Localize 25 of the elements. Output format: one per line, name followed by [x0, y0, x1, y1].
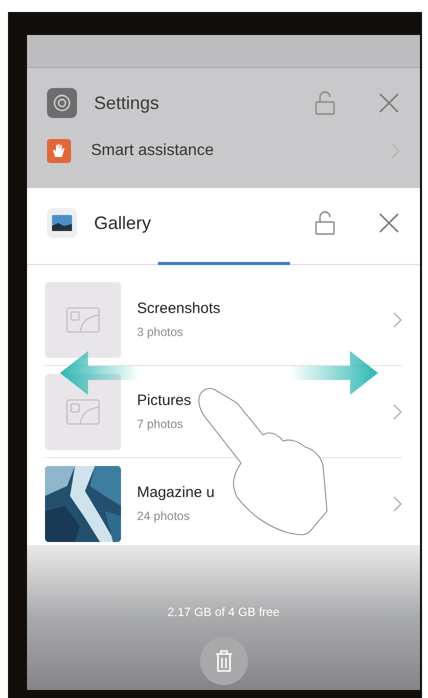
- unlocked-padlock-icon[interactable]: [314, 91, 336, 115]
- album-name: Pictures: [137, 391, 192, 412]
- close-icon[interactable]: [378, 92, 400, 114]
- photo-count: 7 photos: [137, 416, 184, 433]
- album-name: Screenshots: [137, 299, 222, 320]
- close-icon[interactable]: [378, 212, 400, 234]
- storage-text: 2.17 GB of 4 GB free: [167, 604, 280, 621]
- unlocked-padlock-icon[interactable]: [314, 211, 336, 235]
- settings-app-icon: [47, 88, 77, 118]
- photo-count: 24 photos: [137, 508, 191, 525]
- chevron-right-icon: [393, 496, 402, 512]
- image-icon: [66, 306, 100, 332]
- clear-all-button[interactable]: [200, 637, 248, 685]
- chevron-right-icon: [393, 312, 402, 328]
- trash-icon: [214, 650, 232, 672]
- menu-item-label[interactable]: Smart assistance: [91, 139, 391, 163]
- chevron-right-icon: [393, 404, 402, 420]
- album-row[interactable]: Screenshots 3 photos: [45, 274, 402, 366]
- gallery-app-icon: [47, 208, 77, 238]
- album-name: Magazine u: [137, 483, 216, 504]
- photo-count: 3 photos: [137, 324, 184, 341]
- card-title: Settings: [94, 92, 160, 115]
- card-title: Gallery: [94, 212, 152, 235]
- hand-app-icon: [47, 139, 71, 163]
- image-icon: [66, 398, 100, 424]
